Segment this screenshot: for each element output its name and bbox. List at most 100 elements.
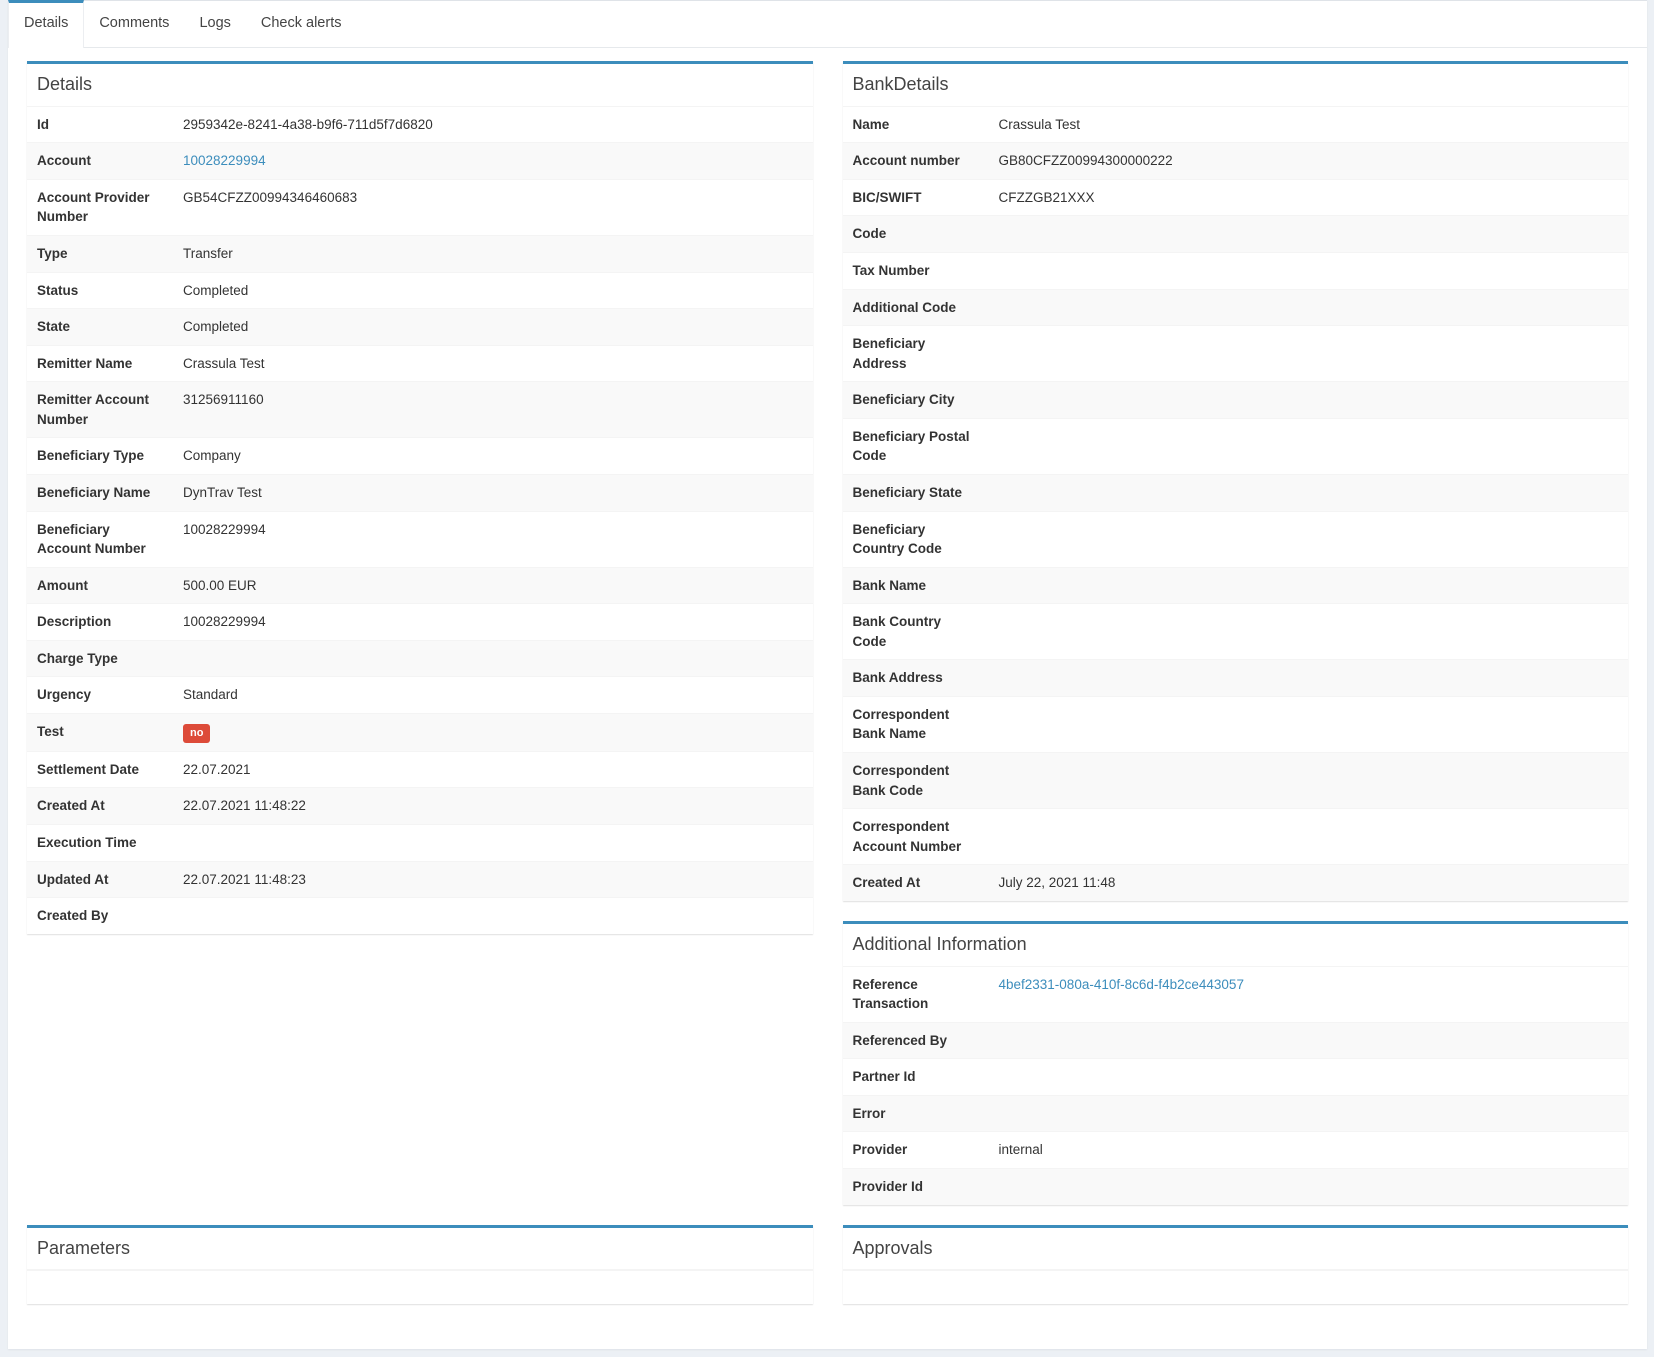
field-label: Amount [27,568,173,604]
field-value: Completed [173,273,813,309]
field-row: Execution Time [27,824,813,861]
field-value: CFZZGB21XXX [989,180,1629,216]
field-row: Account Provider NumberGB54CFZZ009943464… [27,179,813,235]
tab-check-alerts[interactable]: Check alerts [246,1,357,47]
field-value [989,382,1629,418]
field-value [989,1169,1629,1205]
field-row: Bank Country Code [843,603,1629,659]
field-label: Bank Country Code [843,604,989,659]
field-value: Crassula Test [173,346,813,382]
field-value [989,809,1629,864]
field-row: TypeTransfer [27,235,813,272]
field-value: Completed [173,309,813,345]
field-label: Beneficiary Type [27,438,173,474]
field-label: Type [27,236,173,272]
field-row: StateCompleted [27,308,813,345]
field-value [989,697,1629,752]
bank-details-panel-body: NameCrassula TestAccount numberGB80CFZZ0… [843,107,1629,901]
field-value: 31256911160 [173,382,813,437]
field-label: Remitter Account Number [27,382,173,437]
field-label: Provider [843,1132,989,1168]
field-value: Transfer [173,236,813,272]
additional-information-panel-header: Additional Information [843,924,1629,967]
right-column: BankDetails NameCrassula TestAccount num… [843,61,1629,1225]
field-value [989,419,1629,474]
content-area: Details Id2959342e-8241-4a38-b9f6-711d5f… [8,48,1647,1349]
parameters-panel-title: Parameters [37,1239,803,1259]
field-row: Settlement Date22.07.2021 [27,751,813,788]
parameters-cell: Parameters [27,1225,813,1325]
details-panel: Details Id2959342e-8241-4a38-b9f6-711d5f… [27,61,813,934]
field-row: Beneficiary Country Code [843,511,1629,567]
field-link[interactable]: 4bef2331-080a-410f-8c6d-f4b2ce443057 [999,977,1244,992]
field-value [989,475,1629,511]
additional-information-panel-body: Reference Transaction4bef2331-080a-410f-… [843,967,1629,1205]
field-row: Beneficiary City [843,381,1629,418]
field-label: Beneficiary Postal Code [843,419,989,474]
field-label: Created At [843,865,989,901]
field-value: Crassula Test [989,107,1629,143]
field-value [989,1096,1629,1132]
field-row: Referenced By [843,1022,1629,1059]
field-label: Created At [27,788,173,824]
field-label: Correspondent Account Number [843,809,989,864]
tab-comments[interactable]: Comments [84,1,184,47]
field-value: GB54CFZZ00994346460683 [173,180,813,235]
field-row: Correspondent Bank Name [843,696,1629,752]
field-value [173,641,813,677]
field-label: Account Provider Number [27,180,173,235]
field-row: Description10028229994 [27,603,813,640]
field-row: Provider Id [843,1168,1629,1205]
approvals-panel-body [843,1270,1629,1304]
field-row: Account10028229994 [27,142,813,179]
additional-information-panel-title: Additional Information [853,935,1619,955]
field-label: Beneficiary Name [27,475,173,511]
field-value: 500.00 EUR [173,568,813,604]
field-row: Bank Address [843,659,1629,696]
field-row: StatusCompleted [27,272,813,309]
field-label: Urgency [27,677,173,713]
field-label: Correspondent Bank Name [843,697,989,752]
field-value [989,1023,1629,1059]
field-value [989,290,1629,326]
field-row: Beneficiary Postal Code [843,418,1629,474]
field-row: Remitter Account Number31256911160 [27,381,813,437]
field-row: NameCrassula Test [843,107,1629,143]
field-value: 10028229994 [173,512,813,567]
field-row: Correspondent Bank Code [843,752,1629,808]
field-row: Beneficiary Address [843,325,1629,381]
approvals-panel-title: Approvals [853,1239,1619,1259]
field-row: Reference Transaction4bef2331-080a-410f-… [843,967,1629,1022]
field-value [173,898,813,934]
tab-details[interactable]: Details [8,0,84,48]
field-label: Beneficiary State [843,475,989,511]
field-value: 4bef2331-080a-410f-8c6d-f4b2ce443057 [989,967,1629,1022]
field-label: Remitter Name [27,346,173,382]
field-value: Company [173,438,813,474]
field-row: Beneficiary NameDynTrav Test [27,474,813,511]
field-label: Code [843,216,989,252]
field-label: Tax Number [843,253,989,289]
parameters-panel: Parameters [27,1225,813,1305]
field-row: Correspondent Account Number [843,808,1629,864]
details-panel-title: Details [37,75,803,95]
field-value: 10028229994 [173,143,813,179]
field-label: Updated At [27,862,173,898]
left-column: Details Id2959342e-8241-4a38-b9f6-711d5f… [27,61,813,954]
field-row: Beneficiary Account Number10028229994 [27,511,813,567]
field-value [989,1059,1629,1095]
field-label: Status [27,273,173,309]
field-label: Provider Id [843,1169,989,1205]
bank-details-panel-title: BankDetails [853,75,1619,95]
field-value [989,253,1629,289]
field-row: Created AtJuly 22, 2021 11:48 [843,864,1629,901]
field-row: Created At22.07.2021 11:48:22 [27,787,813,824]
field-row: Id2959342e-8241-4a38-b9f6-711d5f7d6820 [27,107,813,143]
field-link[interactable]: 10028229994 [183,153,266,168]
field-label: Beneficiary City [843,382,989,418]
field-row: Tax Number [843,252,1629,289]
tab-logs[interactable]: Logs [184,1,245,47]
approvals-panel-header: Approvals [843,1228,1629,1271]
field-value [989,660,1629,696]
field-row: Additional Code [843,289,1629,326]
